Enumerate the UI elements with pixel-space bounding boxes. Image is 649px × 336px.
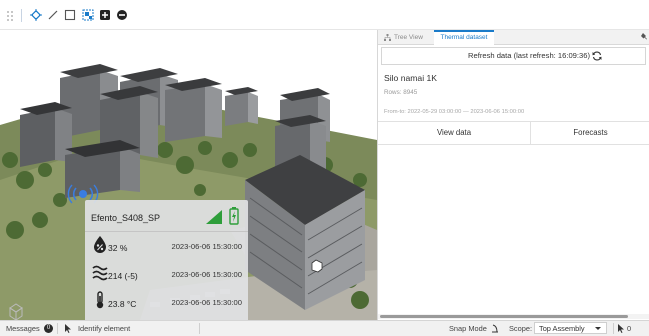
humidity-timestamp: 2023-06-06 15:30:00 — [171, 242, 242, 251]
reading-row-humidity: 32 % 2023-06-06 15:30:00 — [85, 235, 248, 257]
snap-mode-label[interactable]: Snap Mode — [449, 324, 487, 333]
horizontal-scrollbar[interactable] — [378, 314, 649, 319]
view-data-button[interactable]: View data — [378, 122, 530, 144]
air-quality-timestamp: 2023-06-06 15:30:00 — [171, 270, 242, 279]
thermometer-icon — [96, 291, 104, 309]
selection-cursor-icon — [618, 324, 624, 333]
snap-mode-icon[interactable] — [491, 324, 499, 333]
tab-thermal-dataset-label: Thermal dataset — [440, 34, 488, 41]
tree-view-icon — [384, 34, 391, 41]
scope-value: Top Assembly — [539, 324, 585, 333]
thermal-dataset-panel: Tree View Thermal dataset Refresh data (… — [377, 30, 649, 320]
region-select-icon[interactable] — [82, 9, 94, 21]
air-quality-value: 214 (-5) — [108, 271, 138, 281]
main-toolbar — [0, 0, 649, 30]
humidity-value: 32 % — [108, 243, 128, 253]
tab-thermal-dataset[interactable]: Thermal dataset — [434, 30, 494, 45]
panel-tabs: Tree View Thermal dataset — [378, 30, 649, 45]
reading-row-temperature: 23.8 °C 2023-06-06 15:30:00 — [85, 291, 248, 313]
refresh-icon — [592, 51, 602, 61]
forecasts-button[interactable]: Forecasts — [530, 122, 649, 144]
dataset-date-range: From-to: 2022-05-29 03:00:00 — 2023-06-0… — [384, 109, 525, 115]
statusbar-divider — [57, 323, 58, 334]
refresh-data-label: Refresh data (last refresh: 16:09:36) — [468, 51, 590, 60]
minus-circle-icon[interactable] — [116, 9, 128, 21]
scope-label: Scope: — [509, 324, 533, 333]
toolbar-separator — [21, 9, 22, 22]
3d-viewport[interactable]: Efento_S408_SP 32 % 2023-06-06 15:30:00 — [0, 30, 377, 320]
statusbar-divider — [199, 323, 200, 334]
sensor-name: Efento_S408_SP — [91, 213, 161, 223]
refresh-data-button[interactable]: Refresh data (last refresh: 16:09:36) — [381, 47, 646, 65]
toolbar-grip-icon[interactable] — [7, 11, 13, 21]
dataset-title: Silo namai 1K — [384, 73, 438, 83]
dataset-row-count: Rows: 8945 — [384, 89, 418, 96]
humidity-drop-icon — [94, 236, 106, 253]
plus-square-icon[interactable] — [99, 9, 111, 21]
air-waves-icon — [92, 265, 108, 281]
scope-select[interactable]: Top Assembly — [534, 322, 607, 334]
tab-tree-view[interactable]: Tree View — [384, 30, 434, 45]
temperature-timestamp: 2023-06-06 15:30:00 — [171, 298, 242, 307]
card-divider — [85, 231, 248, 232]
cursor-target-icon[interactable] — [30, 9, 42, 21]
status-bar: Messages 0 Identify element Snap Mode Sc… — [0, 320, 649, 336]
pin-icon[interactable] — [641, 33, 648, 40]
scrollbar-thumb[interactable] — [380, 315, 628, 318]
actions-divider-bottom — [378, 144, 649, 145]
sensor-info-card: Efento_S408_SP 32 % 2023-06-06 15:30:00 — [85, 200, 248, 320]
battery-icon — [229, 207, 239, 225]
messages-count-badge: 0 — [44, 324, 53, 333]
temperature-value: 23.8 °C — [108, 299, 137, 309]
line-icon[interactable] — [47, 9, 59, 21]
square-icon[interactable] — [64, 9, 76, 21]
reading-row-air: 214 (-5) 2023-06-06 15:30:00 — [85, 263, 248, 285]
identify-element-label[interactable]: Identify element — [78, 324, 130, 333]
statusbar-divider — [613, 323, 614, 334]
chevron-down-icon — [595, 327, 601, 330]
messages-label[interactable]: Messages — [6, 324, 40, 333]
tab-tree-view-label: Tree View — [394, 34, 423, 41]
selection-count: 0 — [627, 324, 632, 333]
signal-strength-icon — [206, 210, 222, 224]
pointer-icon — [65, 324, 71, 333]
